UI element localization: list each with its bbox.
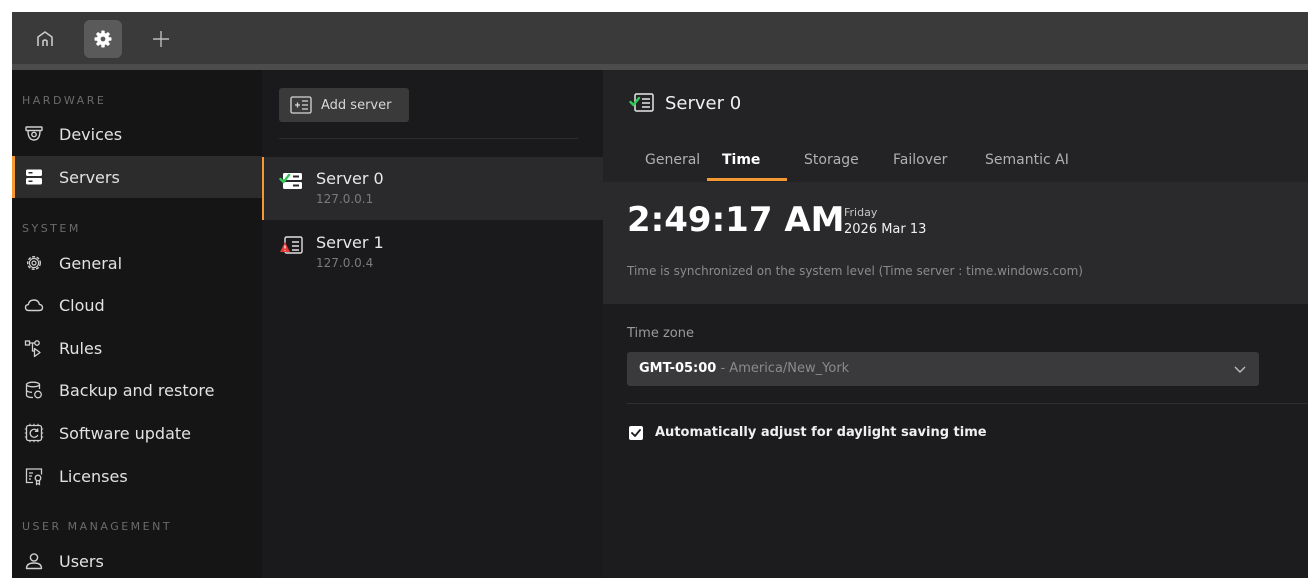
settings-tab[interactable] (84, 20, 122, 58)
add-server-button[interactable]: Add server (279, 88, 409, 122)
server-ip: 127.0.0.1 (316, 192, 374, 206)
tab-failover[interactable]: Failover (893, 152, 947, 168)
sidebar: HARDWARE Devices Servers SYSTEM General … (12, 70, 262, 578)
server-name: Server 1 (316, 233, 384, 252)
sidebar-item-devices[interactable]: Devices (12, 113, 262, 155)
sidebar-item-rules[interactable]: Rules (12, 327, 262, 369)
server-list-item-server-1[interactable]: Server 1 127.0.0.4 (262, 221, 603, 284)
sidebar-item-general[interactable]: General (12, 242, 262, 284)
sidebar-item-label: Backup and restore (59, 381, 215, 400)
home-icon (37, 31, 53, 46)
database-icon (25, 381, 42, 399)
server-online-icon (629, 93, 654, 112)
sidebar-item-backup-and-restore[interactable]: Backup and restore (12, 369, 262, 411)
checkmark-icon (631, 429, 641, 437)
sidebar-item-cloud[interactable]: Cloud (12, 284, 262, 326)
dst-label: Automatically adjust for daylight saving… (655, 425, 987, 440)
camera-icon (25, 126, 43, 141)
add-server-label: Add server (321, 98, 392, 113)
add-server-icon (290, 96, 312, 114)
rules-icon (24, 340, 41, 358)
server-ip: 127.0.0.4 (316, 256, 374, 270)
gear-icon (94, 30, 112, 48)
new-tab-button[interactable] (142, 20, 180, 58)
sidebar-item-licenses[interactable]: Licenses (12, 455, 262, 497)
tab-general[interactable]: General (645, 152, 700, 168)
timezone-offset: GMT-05:00 (639, 361, 717, 376)
day-of-week: Friday (844, 206, 878, 219)
sidebar-item-label: Users (59, 552, 104, 571)
page-title: Server 0 (665, 93, 742, 114)
app-window: HARDWARE Devices Servers SYSTEM General … (0, 0, 1308, 578)
section-title-system: SYSTEM (22, 222, 81, 235)
detail-header: Server 0 General Time Storage Failover S… (603, 70, 1308, 182)
sidebar-item-software-update[interactable]: Software update (12, 412, 262, 454)
section-title-user-management: USER MANAGEMENT (22, 520, 173, 533)
home-tab[interactable] (26, 20, 64, 58)
server-detail-panel: Server 0 General Time Storage Failover S… (603, 70, 1308, 578)
active-tab-indicator (707, 178, 787, 181)
timezone-label: Time zone (627, 326, 694, 341)
sidebar-item-servers[interactable]: Servers (12, 156, 262, 198)
section-title-hardware: HARDWARE (22, 94, 107, 107)
sidebar-item-label: Cloud (59, 296, 105, 315)
license-icon (25, 468, 43, 486)
server-list-panel: Add server Server 0 127.0.0.1 Server 1 1 (262, 70, 603, 578)
server-warning-icon (280, 236, 303, 254)
list-divider (279, 138, 578, 139)
timezone-name: - America/New_York (716, 361, 850, 376)
plus-icon (153, 31, 169, 47)
current-time: 2:49:17 AM (627, 200, 845, 240)
timezone-select[interactable]: GMT-05:00 - America/New_York (627, 352, 1259, 386)
user-icon (25, 553, 43, 570)
sidebar-item-users[interactable]: Users (12, 540, 262, 578)
timezone-value: GMT-05:00 - America/New_York (639, 361, 849, 376)
sidebar-item-label: General (59, 254, 123, 273)
sync-note: Time is synchronized on the system level… (627, 264, 1083, 278)
server-icon (26, 169, 42, 185)
gear-icon (26, 255, 42, 271)
tab-time[interactable]: Time (722, 152, 760, 168)
tab-storage[interactable]: Storage (804, 152, 859, 168)
title-bar (12, 12, 1308, 70)
dst-checkbox[interactable] (629, 426, 643, 440)
sidebar-item-label: Licenses (59, 467, 128, 486)
current-date: 2026 Mar 13 (844, 222, 927, 237)
server-name: Server 0 (316, 169, 384, 188)
sidebar-item-label: Software update (59, 424, 191, 443)
cloud-icon (24, 299, 44, 312)
sidebar-item-label: Servers (59, 168, 120, 187)
tab-semantic-ai[interactable]: Semantic AI (985, 152, 1069, 168)
sidebar-item-label: Devices (59, 125, 123, 144)
chevron-down-icon (1234, 366, 1246, 373)
update-icon (24, 423, 44, 443)
server-list-item-server-0[interactable]: Server 0 127.0.0.1 (262, 157, 603, 220)
time-display: 2:49:17 AM Friday 2026 Mar 13 Time is sy… (603, 182, 1308, 304)
server-online-icon (279, 173, 302, 189)
sidebar-item-label: Rules (59, 339, 103, 358)
section-divider (627, 403, 1308, 404)
